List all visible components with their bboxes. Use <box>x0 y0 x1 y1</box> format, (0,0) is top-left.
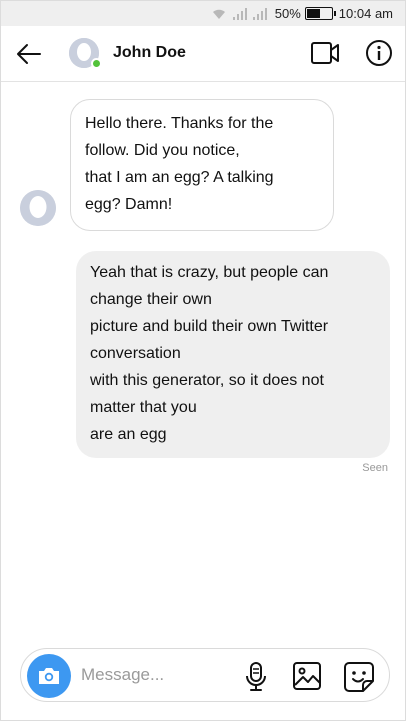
message-text: follow. Did you notice, <box>85 142 240 159</box>
message-text: change their own <box>90 291 212 308</box>
info-icon <box>366 40 392 66</box>
message-text: with this generator, so it does not <box>90 372 324 389</box>
battery-icon <box>304 7 336 20</box>
message-text: are an egg <box>90 426 167 443</box>
message-text: conversation <box>90 345 181 362</box>
signal-icon <box>232 7 247 20</box>
wifi-icon <box>212 9 225 19</box>
message-text: Yeah that is crazy, but people can <box>90 264 329 281</box>
signal-icon <box>252 7 267 20</box>
chat-header: John Doe <box>1 26 405 82</box>
video-call-button[interactable] <box>310 40 340 66</box>
online-status-dot <box>91 58 102 69</box>
image-button[interactable] <box>292 661 322 691</box>
info-button[interactable] <box>365 39 393 67</box>
microphone-button[interactable] <box>243 661 269 693</box>
microphone-icon <box>246 662 266 691</box>
message-text: egg? Damn! <box>85 196 173 213</box>
sticker-button[interactable] <box>343 661 375 693</box>
battery-percent: 50% <box>274 6 301 21</box>
message-composer <box>20 648 390 702</box>
message-text: Hello there. Thanks for the <box>85 115 274 132</box>
received-message-bubble: Hello there. Thanks for the follow. Did … <box>70 99 334 231</box>
contact-name[interactable]: John Doe <box>113 44 186 62</box>
message-text: that I am an egg? A talking <box>85 169 274 186</box>
message-text: picture and build their own Twitter <box>90 318 329 335</box>
seen-status: Seen <box>362 462 388 474</box>
image-icon <box>293 662 321 690</box>
sent-message-bubble: Yeah that is crazy, but people can chang… <box>76 251 390 458</box>
status-bar: 50% 10:04 am <box>1 1 405 26</box>
camera-button[interactable] <box>27 654 71 698</box>
arrow-left-icon <box>17 44 41 64</box>
back-button[interactable] <box>15 40 43 68</box>
chat-screen: 50% 10:04 am John Doe Hello there. Thank… <box>0 0 406 721</box>
default-avatar-icon <box>20 190 56 226</box>
status-time: 10:04 am <box>338 6 393 21</box>
camera-icon <box>39 668 59 684</box>
message-text: matter that you <box>90 399 197 416</box>
sender-avatar[interactable] <box>20 190 56 226</box>
message-input[interactable] <box>81 661 231 689</box>
sticker-icon <box>344 662 374 692</box>
video-camera-icon <box>311 42 339 64</box>
